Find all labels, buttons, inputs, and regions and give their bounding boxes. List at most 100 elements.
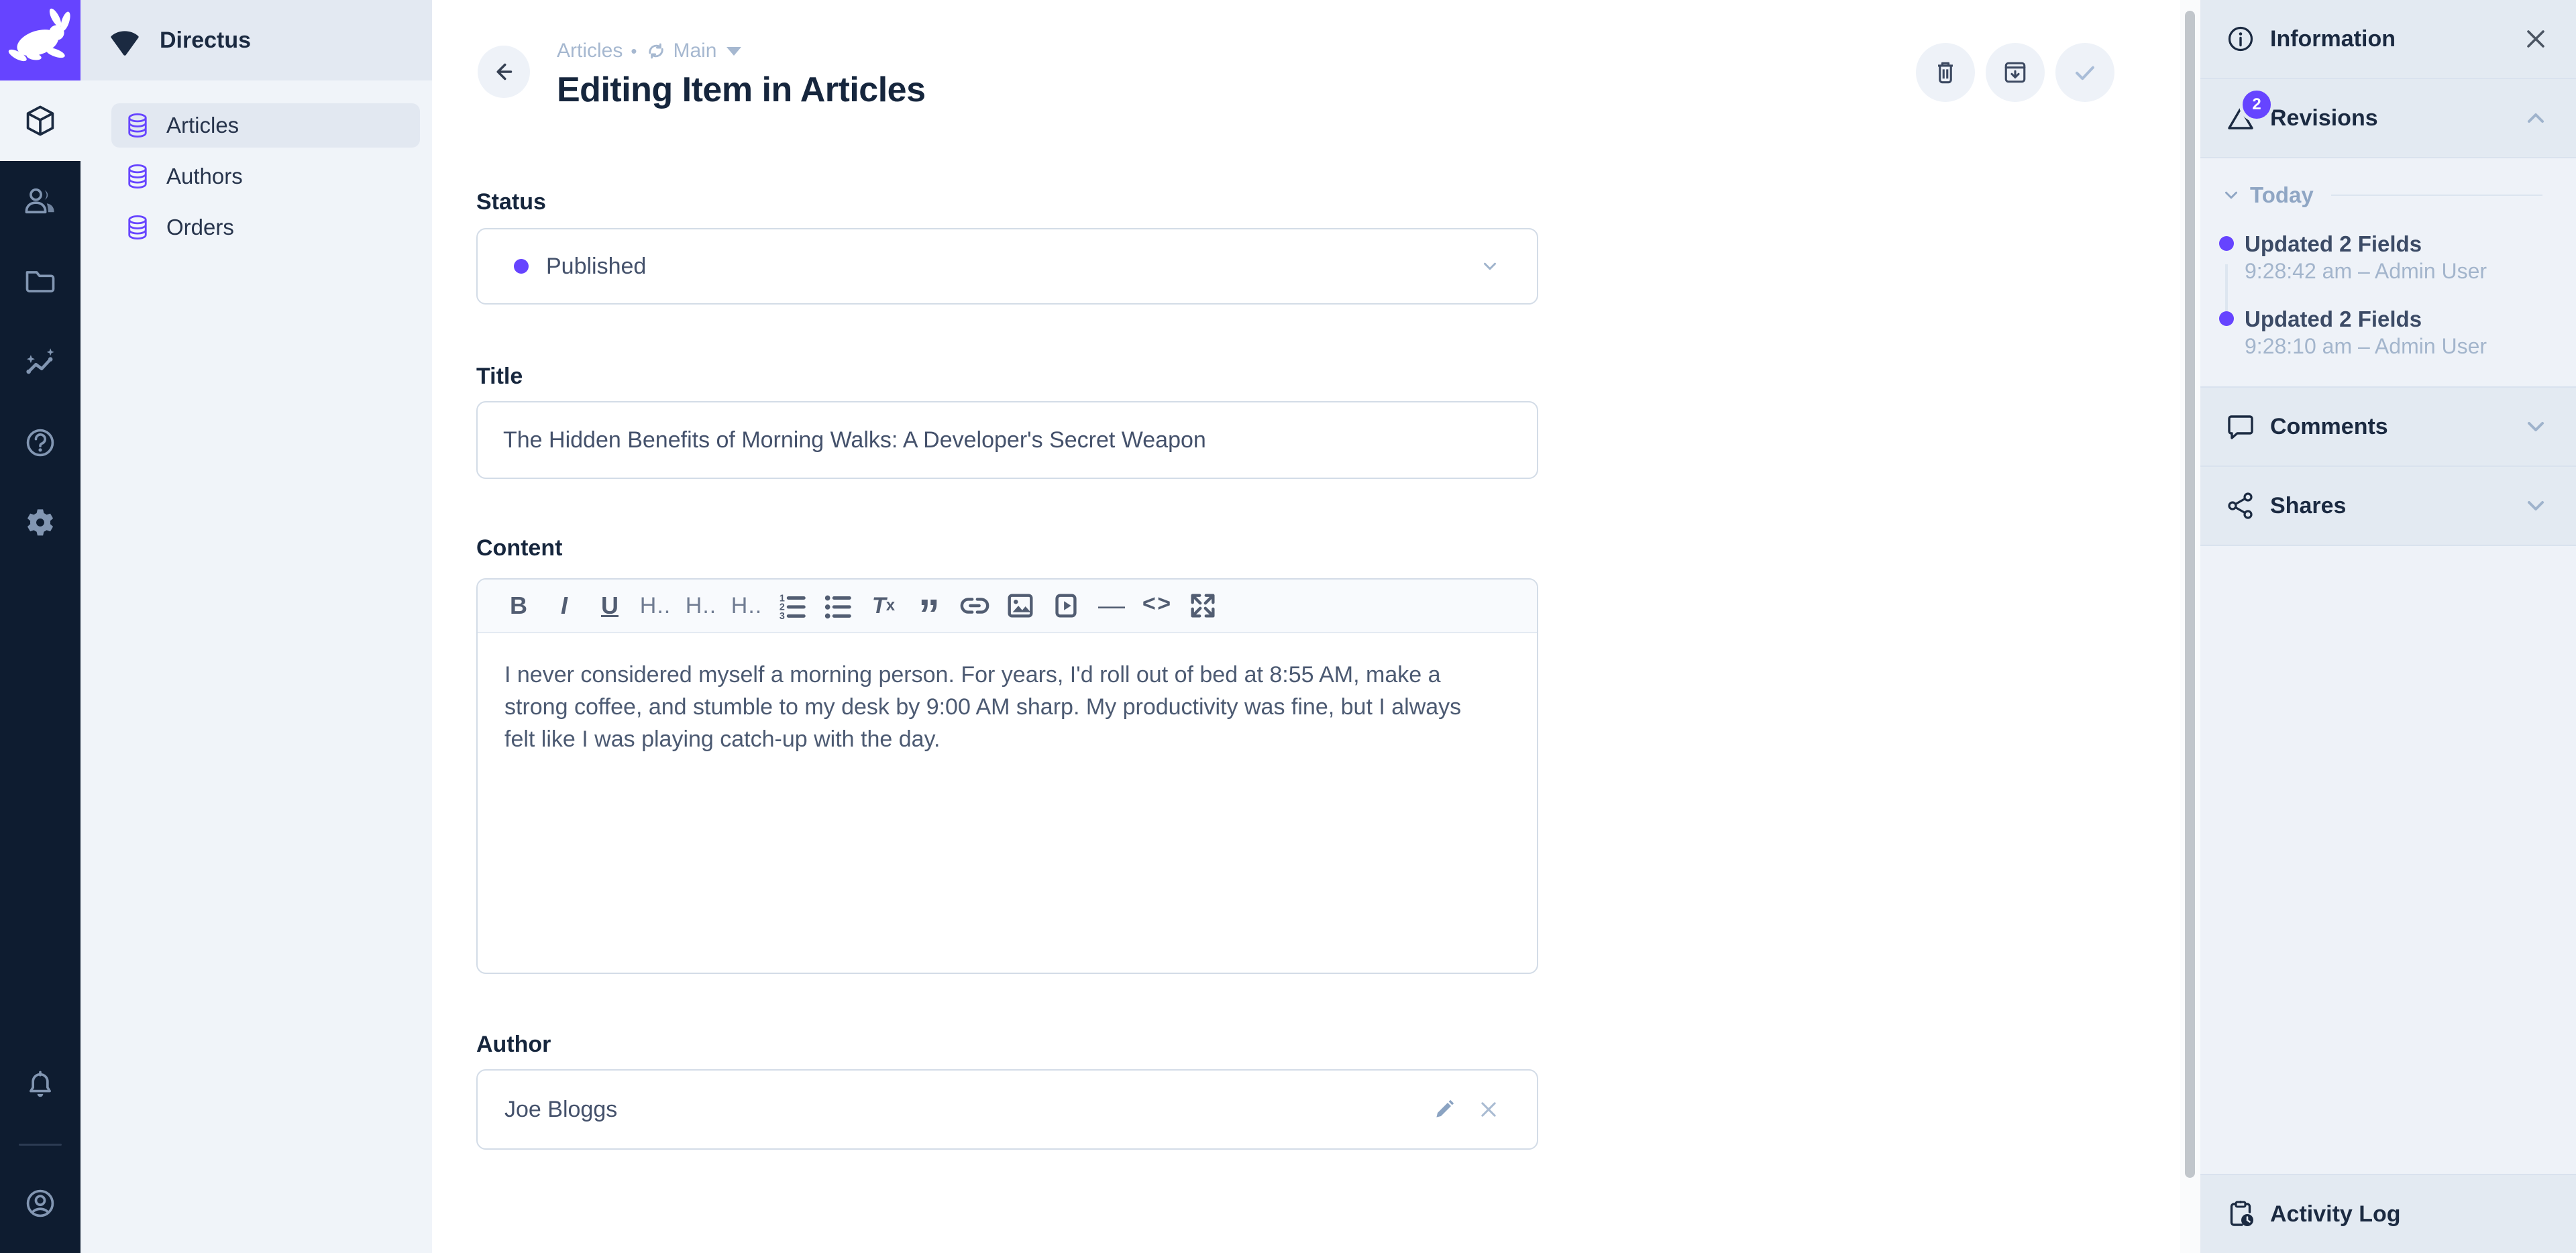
- database-icon: [123, 162, 152, 190]
- chevron-down-icon[interactable]: [2520, 490, 2552, 522]
- version-caret-icon: [727, 47, 741, 56]
- page-header: Articles • Main Editing Item in Articles: [557, 38, 926, 110]
- bold-button[interactable]: B: [498, 586, 539, 626]
- italic-button[interactable]: I: [543, 586, 585, 626]
- version-sync-icon: [645, 40, 667, 62]
- status-field[interactable]: Published: [476, 228, 1538, 305]
- back-button[interactable]: [478, 46, 530, 98]
- user-menu-button[interactable]: [0, 1163, 80, 1244]
- shares-section[interactable]: Shares: [2200, 467, 2576, 546]
- numbered-list-button[interactable]: 1 2 3: [771, 586, 813, 626]
- comments-section[interactable]: Comments: [2200, 388, 2576, 467]
- fullscreen-icon: [1187, 590, 1218, 621]
- revisions-label: Revisions: [2270, 105, 2378, 131]
- scrollbar-thumb[interactable]: [2185, 11, 2195, 1178]
- nav-item-label: Authors: [166, 164, 243, 189]
- nav-item-authors[interactable]: Authors: [111, 154, 420, 199]
- archive-button[interactable]: [1986, 43, 2045, 102]
- link-button[interactable]: [954, 586, 996, 626]
- module-bar-divider: [19, 1144, 62, 1146]
- shares-label: Shares: [2270, 493, 2346, 519]
- chevron-up-icon[interactable]: [2520, 102, 2552, 134]
- delete-button[interactable]: [1916, 43, 1975, 102]
- title-field[interactable]: The Hidden Benefits of Morning Walks: A …: [476, 401, 1538, 479]
- hr-glyph: —: [1098, 591, 1125, 621]
- save-button[interactable]: [2055, 43, 2114, 102]
- close-icon[interactable]: [2520, 23, 2552, 55]
- information-label: Information: [2270, 26, 2396, 52]
- blockquote-button[interactable]: ”: [908, 578, 950, 635]
- author-field[interactable]: Joe Bloggs: [476, 1069, 1538, 1150]
- bullet-list-button[interactable]: [817, 586, 859, 626]
- revision-entry[interactable]: Updated 2 Fields 9:28:42 am – Admin User: [2200, 231, 2576, 284]
- content-label: Content: [476, 535, 562, 561]
- code-button[interactable]: <>: [1136, 586, 1178, 626]
- edit-pencil-icon[interactable]: [1431, 1096, 1458, 1123]
- module-settings[interactable]: [0, 483, 80, 563]
- information-section[interactable]: Information: [2200, 0, 2576, 79]
- project-icon: [107, 23, 142, 58]
- project-name: Directus: [160, 28, 251, 54]
- revisions-group-label: Today: [2250, 182, 2314, 208]
- status-value: Published: [546, 254, 646, 280]
- breadcrumb-collection[interactable]: Articles: [557, 40, 623, 62]
- editor-body[interactable]: I never considered myself a morning pers…: [478, 633, 1537, 973]
- chevron-down-icon: [2219, 183, 2243, 207]
- breadcrumb[interactable]: Articles • Main: [557, 38, 926, 64]
- heading1-button[interactable]: H..: [635, 586, 676, 626]
- italic-glyph: I: [561, 592, 568, 620]
- module-content[interactable]: [0, 80, 80, 161]
- bell-icon: [23, 1069, 58, 1103]
- directus-logo[interactable]: [0, 0, 80, 80]
- module-docs[interactable]: [0, 402, 80, 483]
- notifications-button[interactable]: [0, 1046, 80, 1126]
- revisions-count-badge: 2: [2239, 87, 2274, 122]
- heading2-button[interactable]: H..: [680, 586, 722, 626]
- media-button[interactable]: [1045, 586, 1087, 626]
- nav-item-orders[interactable]: Orders: [111, 205, 420, 250]
- revisions-list: Today Updated 2 Fields 9:28:42 am – Admi…: [2200, 158, 2576, 388]
- heading3-button[interactable]: H..: [726, 586, 767, 626]
- arrow-left-icon: [490, 58, 518, 86]
- module-file-library[interactable]: [0, 241, 80, 322]
- project-row[interactable]: Directus: [80, 0, 432, 80]
- rabbit-logo-icon: [0, 0, 80, 80]
- main-content: Articles • Main Editing Item in Articles: [432, 0, 2200, 1253]
- module-bar: [0, 0, 80, 1253]
- image-button[interactable]: [1000, 586, 1041, 626]
- check-icon: [2070, 58, 2100, 87]
- page-title: Editing Item in Articles: [557, 70, 926, 110]
- activity-log-section[interactable]: Activity Log: [2200, 1174, 2576, 1253]
- revisions-section[interactable]: 2 Revisions: [2200, 79, 2576, 158]
- svg-text:3: 3: [780, 611, 785, 621]
- users-icon: [23, 184, 58, 219]
- wysiwyg-editor[interactable]: B I U H.. H.. H.. 1 2 3: [476, 578, 1538, 974]
- revision-entry[interactable]: Updated 2 Fields 9:28:10 am – Admin User: [2200, 306, 2576, 360]
- module-user-directory[interactable]: [0, 161, 80, 241]
- underline-button[interactable]: U: [589, 586, 631, 626]
- link-icon: [959, 590, 990, 621]
- title-value: The Hidden Benefits of Morning Walks: A …: [503, 427, 1206, 453]
- author-value: Joe Bloggs: [504, 1097, 617, 1123]
- nav-item-articles[interactable]: Articles: [111, 103, 420, 148]
- fullscreen-button[interactable]: [1182, 586, 1224, 626]
- clear-format-button[interactable]: Tx: [863, 586, 904, 626]
- horizontal-rule-button[interactable]: —: [1091, 586, 1132, 626]
- insights-icon: [23, 345, 58, 380]
- deselect-icon[interactable]: [1475, 1096, 1502, 1123]
- numbered-list-icon: 1 2 3: [777, 590, 808, 621]
- comment-icon: [2224, 411, 2257, 443]
- comments-label: Comments: [2270, 414, 2388, 440]
- header-actions: [1916, 43, 2114, 102]
- database-icon: [123, 213, 152, 241]
- breadcrumb-version[interactable]: Main: [673, 40, 716, 62]
- revisions-group-header[interactable]: Today: [2200, 181, 2576, 209]
- archive-icon: [2000, 58, 2030, 87]
- module-insights[interactable]: [0, 322, 80, 402]
- info-sidebar: Information 2 Revisions: [2200, 0, 2576, 1253]
- revision-dot-icon: [2219, 236, 2234, 251]
- code-glyph: <>: [1142, 593, 1173, 618]
- bold-glyph: B: [510, 592, 527, 620]
- revision-dot-icon: [2219, 311, 2234, 326]
- chevron-down-icon[interactable]: [2520, 411, 2552, 443]
